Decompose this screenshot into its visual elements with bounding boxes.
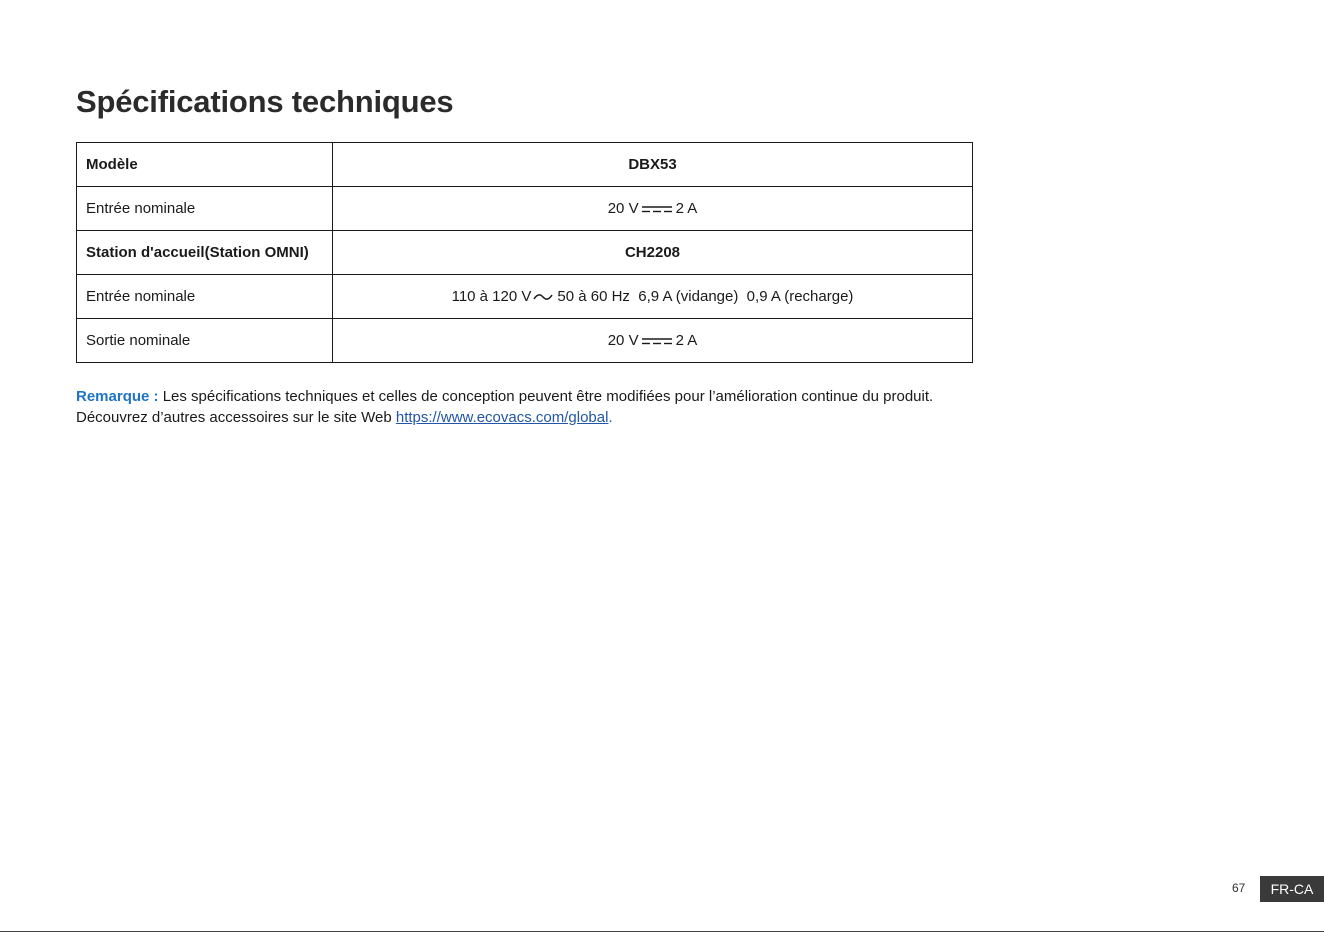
bottom-rule xyxy=(0,931,1324,932)
locale-badge: FR-CA xyxy=(1260,876,1324,902)
value-after: 50 à 60 Hz 6,9 A (vidange) 0,9 A (rechar… xyxy=(557,288,854,305)
value-after: 2 A xyxy=(675,200,698,217)
note-paragraph: Remarque : Les spécifications techniques… xyxy=(76,386,996,428)
table-row: Sortie nominale 20 V 2 A xyxy=(76,318,973,363)
note-end: . xyxy=(608,409,613,426)
note-line2-text: Découvrez d’autres accessoires sur le si… xyxy=(76,409,396,426)
value-after: 2 A xyxy=(675,332,698,349)
page-number: 67 xyxy=(1232,881,1246,895)
row-value: DBX53 xyxy=(332,142,973,187)
value-before: 20 V xyxy=(607,332,639,349)
ac-symbol-icon xyxy=(533,294,554,300)
dc-symbol-icon xyxy=(641,206,672,213)
page-title: Spécifications techniques xyxy=(76,84,454,119)
note-label: Remarque : xyxy=(76,388,159,405)
value-before: 20 V xyxy=(607,200,639,217)
row-label: Entrée nominale xyxy=(76,186,333,231)
dc-symbol-icon xyxy=(641,338,672,345)
spec-table: Modèle DBX53 Entrée nominale 20 V 2 A Sta… xyxy=(76,142,973,363)
note-text: Les spécifications techniques et celles … xyxy=(158,388,934,405)
note-line-1: Remarque : Les spécifications techniques… xyxy=(76,386,996,407)
table-row: Entrée nominale 20 V 2 A xyxy=(76,186,973,231)
value-before: 110 à 120 V xyxy=(451,288,532,305)
row-value: 20 V 2 A xyxy=(332,318,973,363)
row-label: Modèle xyxy=(76,142,333,187)
table-row: Entrée nominale 110 à 120 V 50 à 60 Hz 6,… xyxy=(76,274,973,319)
website-link[interactable]: https://www.ecovacs.com/global xyxy=(396,409,609,426)
row-label: Sortie nominale xyxy=(76,318,333,363)
row-label: Entrée nominale xyxy=(76,274,333,319)
table-row: Station d'accueil(Station OMNI) CH2208 xyxy=(76,230,973,275)
row-label: Station d'accueil(Station OMNI) xyxy=(76,230,333,275)
row-value: 20 V 2 A xyxy=(332,186,973,231)
row-value: 110 à 120 V 50 à 60 Hz 6,9 A (vidange) 0,… xyxy=(332,274,973,319)
row-value: CH2208 xyxy=(332,230,973,275)
note-line-2: Découvrez d’autres accessoires sur le si… xyxy=(76,407,996,428)
table-row: Modèle DBX53 xyxy=(76,142,973,187)
